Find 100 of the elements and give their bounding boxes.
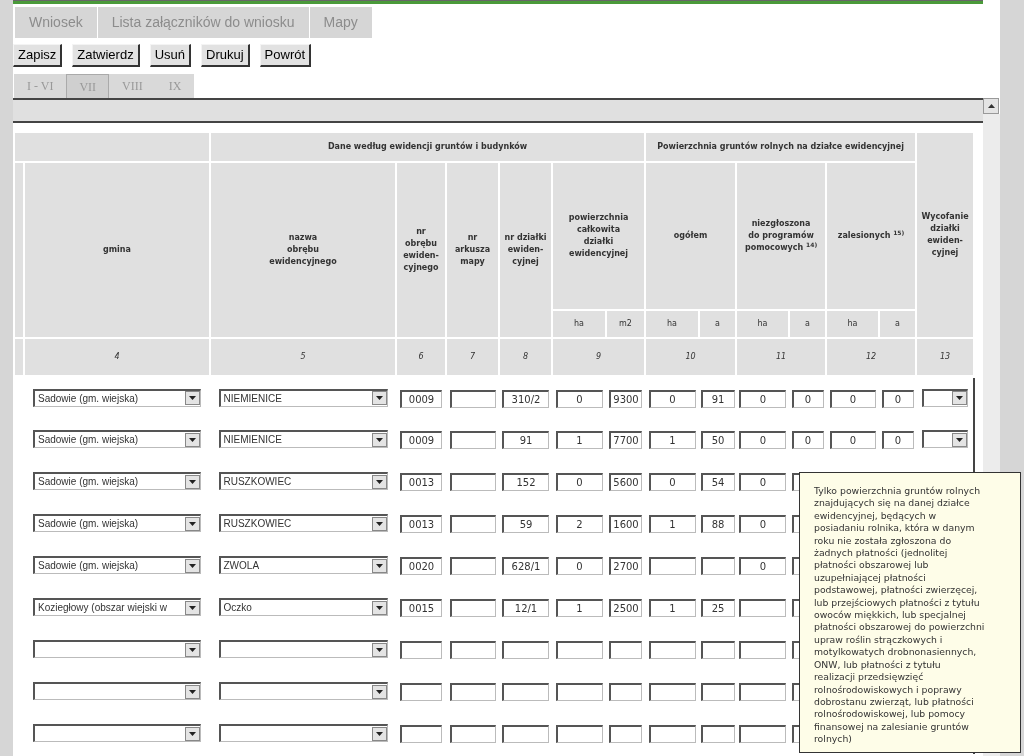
text-field[interactable] [739,725,787,743]
text-field[interactable] [400,683,442,701]
text-field[interactable] [555,683,603,701]
text-field[interactable]: 0 [555,389,603,408]
text-field[interactable]: 0 [648,473,696,491]
text-field[interactable]: 2500 [609,599,642,617]
text-field[interactable]: 1 [648,599,696,617]
text-field[interactable]: 9300 [609,389,642,408]
text-field[interactable]: 2700 [609,557,642,575]
dropdown[interactable]: Sadowie (gm. wiejska) [33,514,201,532]
text-field[interactable]: 0 [555,557,603,575]
dropdown[interactable]: Oczko [218,598,388,616]
text-field[interactable] [739,599,787,617]
text-field[interactable]: 5600 [609,473,642,491]
text-field[interactable]: 152 [502,473,549,491]
text-field[interactable] [449,641,496,659]
text-field[interactable]: 0009 [400,431,442,449]
text-field[interactable] [648,725,696,743]
text-field[interactable]: 2 [555,515,603,533]
dropdown[interactable] [33,640,201,658]
dropdown[interactable]: Sadowie (gm. wiejska) [33,388,201,407]
scroll-up-button[interactable] [983,98,999,114]
text-field[interactable] [555,725,603,743]
text-field[interactable]: 91 [700,389,735,408]
text-field[interactable] [400,641,442,659]
dropdown[interactable]: NIEMIENICE [218,388,388,407]
form-button[interactable]: Usuń [149,44,191,67]
form-button[interactable]: Zapisz [13,44,63,67]
text-field[interactable]: 0015 [400,599,442,617]
text-field[interactable]: 88 [700,515,735,533]
text-field[interactable] [648,683,696,701]
form-button[interactable]: Zatwierdz [72,44,140,67]
text-field[interactable]: 0 [881,389,914,408]
text-field[interactable] [449,473,496,491]
text-field[interactable]: 0020 [400,557,442,575]
text-field[interactable]: 0009 [400,389,442,408]
text-field[interactable]: 0 [739,557,787,575]
text-field[interactable]: 59 [502,515,549,533]
dropdown[interactable] [921,430,968,448]
text-field[interactable] [449,683,496,701]
text-field[interactable] [449,515,496,533]
text-field[interactable] [609,725,642,743]
text-field[interactable] [555,641,603,659]
text-field[interactable]: 0013 [400,473,442,491]
text-field[interactable] [700,557,735,575]
text-field[interactable] [739,641,787,659]
text-field[interactable]: 0 [791,389,824,408]
dropdown[interactable]: Sadowie (gm. wiejska) [33,430,201,448]
dropdown[interactable]: ZWOLA [218,556,388,574]
text-field[interactable]: 12/1 [502,599,549,617]
text-field[interactable]: 91 [502,431,549,449]
dropdown[interactable] [921,388,968,407]
text-field[interactable]: 1 [648,431,696,449]
text-field[interactable]: 0 [739,515,787,533]
text-field[interactable]: 0 [829,389,876,408]
text-field[interactable] [700,683,735,701]
dropdown[interactable]: RUSZKOWIEC [218,472,388,490]
text-field[interactable] [502,725,549,743]
text-field[interactable] [648,641,696,659]
text-field[interactable] [739,683,787,701]
text-field[interactable]: 0 [739,389,787,408]
dropdown[interactable] [218,724,388,742]
text-field[interactable] [609,683,642,701]
text-field[interactable]: 0 [739,431,787,449]
form-button[interactable]: Powrót [259,44,312,67]
dropdown[interactable]: Sadowie (gm. wiejska) [33,472,201,490]
text-field[interactable] [449,557,496,575]
text-field[interactable]: 25 [700,599,735,617]
text-field[interactable] [400,725,442,743]
dropdown[interactable]: NIEMIENICE [218,430,388,448]
text-field[interactable]: 0013 [400,515,442,533]
dropdown[interactable] [218,682,388,700]
dropdown[interactable] [33,724,201,742]
text-field[interactable]: 0 [881,431,914,449]
text-field[interactable] [609,641,642,659]
dropdown[interactable] [33,682,201,700]
text-field[interactable] [700,725,735,743]
text-field[interactable]: 1600 [609,515,642,533]
text-field[interactable]: 7700 [609,431,642,449]
text-field[interactable] [502,683,549,701]
text-field[interactable] [449,599,496,617]
text-field[interactable]: 1 [555,431,603,449]
text-field[interactable] [449,725,496,743]
text-field[interactable]: 310/2 [502,389,549,408]
form-button[interactable]: Drukuj [201,44,250,67]
text-field[interactable]: 628/1 [502,557,549,575]
text-field[interactable]: 1 [648,515,696,533]
text-field[interactable] [449,389,496,408]
dropdown[interactable]: Koziegłowy (obszar wiejski w [33,598,201,616]
text-field[interactable]: 1 [555,599,603,617]
text-field[interactable]: 0 [739,473,787,491]
text-field[interactable]: 0 [648,389,696,408]
text-field[interactable] [502,641,549,659]
text-field[interactable]: 0 [829,431,876,449]
text-field[interactable]: 50 [700,431,735,449]
dropdown[interactable]: Sadowie (gm. wiejska) [33,556,201,574]
text-field[interactable]: 0 [555,473,603,491]
text-field[interactable]: 0 [791,431,824,449]
text-field[interactable] [449,431,496,449]
dropdown[interactable]: RUSZKOWIEC [218,514,388,532]
